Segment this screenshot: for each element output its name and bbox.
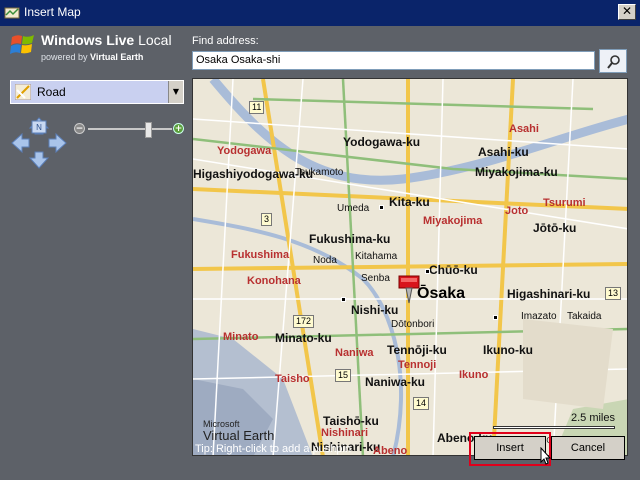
scale-bar: [493, 426, 615, 429]
map-style-select[interactable]: Road ▼: [10, 80, 184, 104]
virtual-earth-logo: Microsoft Virtual Earth: [203, 419, 275, 443]
zoom-out-button[interactable]: −: [74, 123, 85, 134]
search-icon: [607, 55, 620, 69]
map-dot: [379, 205, 384, 210]
map-label: Minato-ku: [275, 331, 332, 345]
close-button[interactable]: ✕: [618, 4, 636, 20]
map-label: Yodogawa: [217, 145, 272, 157]
chevron-down-icon[interactable]: ▼: [168, 81, 183, 103]
map-label: Miyakojima-ku: [475, 165, 558, 179]
pan-right-icon: [48, 132, 67, 154]
map-dot: [493, 315, 498, 320]
map-label: Noda: [313, 255, 337, 266]
map-label: Miyakojima: [423, 215, 483, 227]
tagline: powered by Virtual Earth: [41, 52, 144, 62]
map-label: Fukushima: [231, 249, 290, 261]
zoom-track[interactable]: [88, 128, 172, 130]
map-label: Taishō-ku: [323, 414, 379, 428]
brand-name: Windows Live Local: [41, 32, 172, 48]
pan-left-icon: [11, 132, 30, 154]
app-icon: [4, 7, 20, 19]
route-shield: 13: [605, 287, 622, 300]
map-label: Tsukamoto: [295, 167, 344, 178]
map-label: Senba: [361, 273, 390, 284]
map-label: Yodogawa-ku: [343, 135, 421, 149]
map-label: Nishinari: [321, 427, 369, 439]
map-label: Chūō-ku: [429, 263, 478, 277]
map-label: Jōtō-ku: [533, 221, 577, 235]
pan-control[interactable]: N: [10, 116, 68, 170]
map-label: Kitahama: [355, 251, 398, 262]
map-label: Umeda: [337, 203, 370, 214]
map-label: Higashinari-ku: [507, 287, 591, 301]
scale-label: 2.5 miles: [570, 412, 615, 424]
map-style-value: Road: [37, 85, 66, 99]
route-shield: 15: [335, 369, 352, 382]
tip-text: Tip: Right-click to add a pushpin: [195, 443, 352, 455]
map-label: Joto: [505, 205, 529, 217]
search-button[interactable]: [599, 49, 627, 73]
map-label: Kita-ku: [389, 195, 430, 209]
svg-text:N: N: [36, 123, 42, 132]
window-title: Insert Map: [24, 5, 81, 19]
dialog-body: Windows Live Local powered by Virtual Ea…: [0, 26, 640, 480]
map-label: Tennoji: [398, 359, 437, 371]
map-label: Asahi-ku: [478, 145, 529, 159]
map-label: Taisho: [275, 373, 310, 385]
route-shield: 172: [293, 315, 315, 328]
insert-button[interactable]: Insert: [474, 436, 546, 460]
map-label: Abeno: [373, 445, 408, 456]
windows-live-local-logo: Windows Live Local powered by Virtual Ea…: [10, 30, 190, 66]
zoom-in-button[interactable]: +: [173, 123, 184, 134]
close-icon: ✕: [621, 4, 633, 18]
map-label: Ikuno: [459, 369, 489, 381]
map-label: Asahi: [509, 123, 539, 135]
map-label: Tsurumi: [543, 197, 586, 209]
map-label: Naniwa-ku: [365, 375, 426, 389]
windows-flag-icon: [10, 35, 34, 54]
map-label: Nishi-ku: [351, 303, 399, 317]
route-shield: 14: [413, 397, 430, 410]
address-input[interactable]: Osaka Osaka-shi: [192, 51, 595, 70]
map-label: Naniwa: [335, 347, 374, 359]
map-label: Tennōji-ku: [387, 343, 447, 357]
route-shield: 11: [249, 101, 265, 114]
route-shield: 3: [261, 213, 273, 226]
map-label: Imazato: [521, 311, 557, 322]
zoom-thumb[interactable]: [145, 122, 153, 138]
map-label: Dōtonbori: [391, 319, 435, 330]
map-label: Konohana: [247, 275, 301, 287]
city-label: Ōsaka: [417, 285, 466, 302]
map-label: Takaida: [567, 311, 602, 322]
pushpin-icon[interactable]: [398, 275, 420, 305]
cancel-button[interactable]: Cancel: [551, 436, 625, 460]
road-icon: [15, 84, 31, 100]
map-view[interactable]: Yodogawa-ku Asahi-ku Higashiyodogawa-ku …: [192, 78, 628, 456]
pan-down-icon: [28, 151, 50, 169]
map-label: Ikuno-ku: [483, 343, 533, 357]
zoom-slider[interactable]: − +: [74, 122, 186, 138]
title-bar: Insert Map ✕: [0, 0, 640, 26]
map-label: Minato: [223, 331, 259, 343]
map-dot: [341, 297, 346, 302]
find-address-label: Find address:: [192, 35, 259, 47]
map-dot: [425, 269, 430, 274]
map-label: Fukushima-ku: [309, 232, 391, 246]
mouse-cursor-icon: [540, 447, 552, 465]
